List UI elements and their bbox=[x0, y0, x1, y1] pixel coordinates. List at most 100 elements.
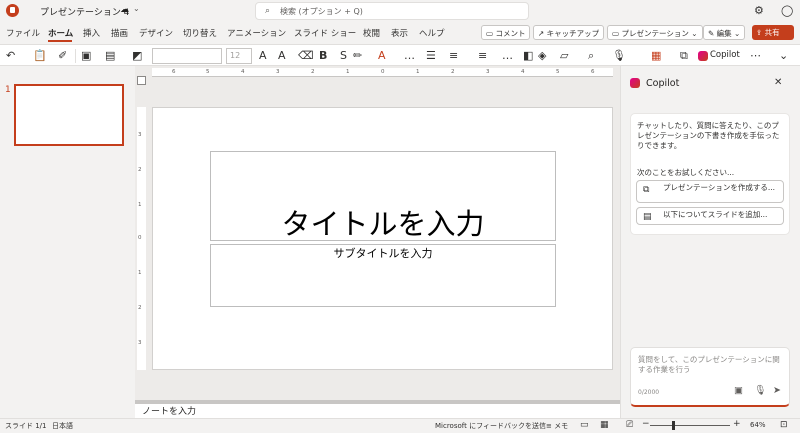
microphone-icon[interactable]: 🎙 bbox=[754, 385, 766, 396]
menu-slideshow[interactable]: スライド ショー bbox=[294, 27, 356, 39]
collapse-ribbon-icon[interactable]: ⌄ bbox=[779, 49, 788, 62]
copilot-try-label: 次のことをお試しください... bbox=[637, 168, 735, 177]
ruler-tick: 4 bbox=[241, 69, 245, 75]
menu-animations[interactable]: アニメーション bbox=[227, 27, 286, 39]
undo-icon[interactable]: ↶ bbox=[6, 49, 15, 62]
shapes-icon[interactable]: ◧ bbox=[523, 49, 533, 62]
catchup-button[interactable]: ↗ キャッチアップ bbox=[533, 25, 605, 40]
suggestion-create-presentation[interactable]: ⧉ プレゼンテーションを作成する... bbox=[636, 180, 784, 203]
bold-icon[interactable]: B bbox=[319, 49, 327, 62]
slide-thumbnail[interactable] bbox=[14, 84, 124, 146]
format-painter-icon[interactable]: ✐ bbox=[58, 49, 67, 62]
present-button[interactable]: ▭ プレゼンテーション ⌄ bbox=[607, 25, 703, 40]
vertical-ruler: 3 2 1 0 1 2 3 bbox=[137, 107, 146, 370]
share-button[interactable]: ⇪ 共有 bbox=[752, 25, 794, 40]
normal-view-icon[interactable]: ▭ bbox=[580, 420, 589, 430]
menu-draw[interactable]: 描画 bbox=[111, 27, 128, 39]
zoom-level[interactable]: 64% bbox=[750, 421, 766, 429]
menu-home[interactable]: ホーム bbox=[48, 27, 73, 39]
prompt-library-icon[interactable]: ▣ bbox=[734, 385, 743, 396]
notes-toggle-button[interactable]: ≡ メモ bbox=[546, 421, 568, 431]
char-count: 0/2000 bbox=[638, 389, 660, 396]
menu-design[interactable]: デザイン bbox=[139, 27, 173, 39]
copilot-logo-icon bbox=[630, 78, 640, 88]
notes-button-label: メモ bbox=[554, 422, 569, 430]
find-icon[interactable]: ⌕ bbox=[588, 49, 594, 63]
present-label: プレゼンテーション bbox=[621, 29, 689, 38]
ruler-tick: 2 bbox=[138, 305, 142, 311]
zoom-out-icon[interactable]: − bbox=[642, 419, 650, 429]
font-name-select[interactable] bbox=[152, 48, 222, 64]
designer-icon[interactable]: ▦ bbox=[651, 49, 661, 62]
active-tab-indicator bbox=[48, 40, 72, 42]
suggestion-add-slide[interactable]: ▤ 以下についてスライドを追加... bbox=[636, 207, 784, 225]
paste-icon[interactable]: 📋 bbox=[33, 49, 47, 62]
shape-fill-icon[interactable]: ◩ bbox=[132, 49, 142, 62]
shape-outline-icon[interactable]: ▱ bbox=[560, 49, 568, 62]
ruler-tick: 2 bbox=[451, 69, 455, 75]
chevron-down-icon: ⌄ bbox=[731, 29, 741, 38]
horizontal-ruler: 6 5 4 3 2 1 0 1 2 3 4 5 6 bbox=[152, 68, 613, 77]
settings-gear-icon[interactable]: ⚙ bbox=[754, 4, 764, 17]
chevron-down-icon[interactable]: ⌄ bbox=[133, 4, 140, 13]
slide-number: 1 bbox=[5, 85, 11, 95]
menu-view[interactable]: 表示 bbox=[391, 27, 408, 39]
close-icon[interactable]: ✕ bbox=[774, 77, 782, 88]
notes-icon: ≡ bbox=[546, 422, 555, 430]
add-ins-icon[interactable]: ⧉ bbox=[680, 49, 688, 63]
strikethrough-icon[interactable]: S bbox=[340, 49, 347, 62]
ruler-tick: 1 bbox=[138, 270, 142, 276]
menu-help[interactable]: ヘルプ bbox=[419, 27, 445, 39]
ruler-tick: 3 bbox=[138, 132, 142, 138]
presenter-view-icon[interactable]: ⎚ bbox=[626, 420, 633, 430]
clear-format-icon[interactable]: ⌫ bbox=[298, 49, 314, 62]
font-color-icon[interactable]: A bbox=[378, 49, 386, 62]
new-slide-icon[interactable]: ▣ bbox=[81, 49, 91, 62]
bullets-icon[interactable]: ☰ bbox=[426, 49, 436, 62]
numbering-icon[interactable]: ≡ bbox=[449, 49, 458, 62]
separator bbox=[75, 49, 76, 63]
copy-slides-icon: ⧉ bbox=[643, 185, 650, 195]
notes-placeholder: ノートを入力 bbox=[142, 407, 197, 417]
language-indicator[interactable]: 日本語 bbox=[52, 421, 73, 431]
notes-pane[interactable]: ノートを入力 bbox=[135, 404, 620, 418]
ruler-tick: 2 bbox=[138, 167, 142, 173]
comment-button[interactable]: ▭ コメント bbox=[481, 25, 531, 40]
send-icon[interactable]: ➤ bbox=[773, 385, 781, 396]
more-options-icon[interactable]: ⋯ bbox=[750, 49, 761, 62]
align-icon[interactable]: ≡ bbox=[478, 49, 487, 62]
suggestion-label: プレゼンテーションを作成する... bbox=[663, 183, 776, 192]
dictate-icon[interactable]: 🎙 bbox=[612, 49, 626, 62]
ruler-tick: 1 bbox=[346, 69, 350, 75]
fit-to-window-icon[interactable]: ⊡ bbox=[780, 420, 788, 430]
menu-review[interactable]: 校閲 bbox=[363, 27, 380, 39]
zoom-in-icon[interactable]: + bbox=[733, 419, 741, 429]
more-font-icon[interactable]: … bbox=[404, 49, 415, 62]
copilot-ribbon-button[interactable]: Copilot bbox=[696, 48, 740, 64]
ruler-tick: 6 bbox=[591, 69, 595, 75]
highlight-icon[interactable]: ✏ bbox=[353, 49, 362, 62]
menu-insert[interactable]: 挿入 bbox=[83, 27, 100, 39]
edit-mode-button[interactable]: ✎ 編集 ⌄ bbox=[703, 25, 746, 40]
copilot-ribbon-label: Copilot bbox=[710, 50, 740, 60]
shape-fill-bucket-icon[interactable]: ◈ bbox=[538, 49, 546, 62]
document-title[interactable]: プレゼンテーション 4 bbox=[40, 5, 129, 18]
font-size-select[interactable]: 12 bbox=[226, 48, 252, 64]
zoom-slider-thumb[interactable] bbox=[672, 421, 675, 430]
copilot-title: Copilot bbox=[646, 78, 680, 89]
layout-icon[interactable]: ▤ bbox=[105, 49, 115, 62]
ribbon-toolbar: ↶ 📋 ✐ ▣ ▤ ◩ 12 A A ⌫ B S ✏ A … ☰ ≡ ≡ … ◧… bbox=[0, 44, 800, 66]
menu-file[interactable]: ファイル bbox=[6, 27, 40, 39]
ruler-toggle-icon[interactable] bbox=[137, 76, 146, 85]
zoom-slider[interactable] bbox=[650, 425, 730, 426]
slide-sorter-icon[interactable]: ▦ bbox=[600, 420, 609, 430]
decrease-font-icon[interactable]: A bbox=[278, 49, 286, 62]
menu-transitions[interactable]: 切り替え bbox=[183, 27, 217, 39]
copilot-intro-text: チャットしたり、質問に答えたり、このプレゼンテーションの下書き作成を手伝ったりで… bbox=[637, 121, 780, 150]
search-box[interactable]: ⌕ 検索 (オプション + Q) bbox=[255, 2, 529, 20]
ruler-tick: 1 bbox=[416, 69, 420, 75]
account-avatar-icon[interactable]: ◯ bbox=[781, 4, 793, 17]
feedback-link[interactable]: Microsoft にフィードバックを送信 bbox=[435, 421, 546, 431]
increase-font-icon[interactable]: A bbox=[259, 49, 267, 62]
more-paragraph-icon[interactable]: … bbox=[502, 49, 513, 62]
